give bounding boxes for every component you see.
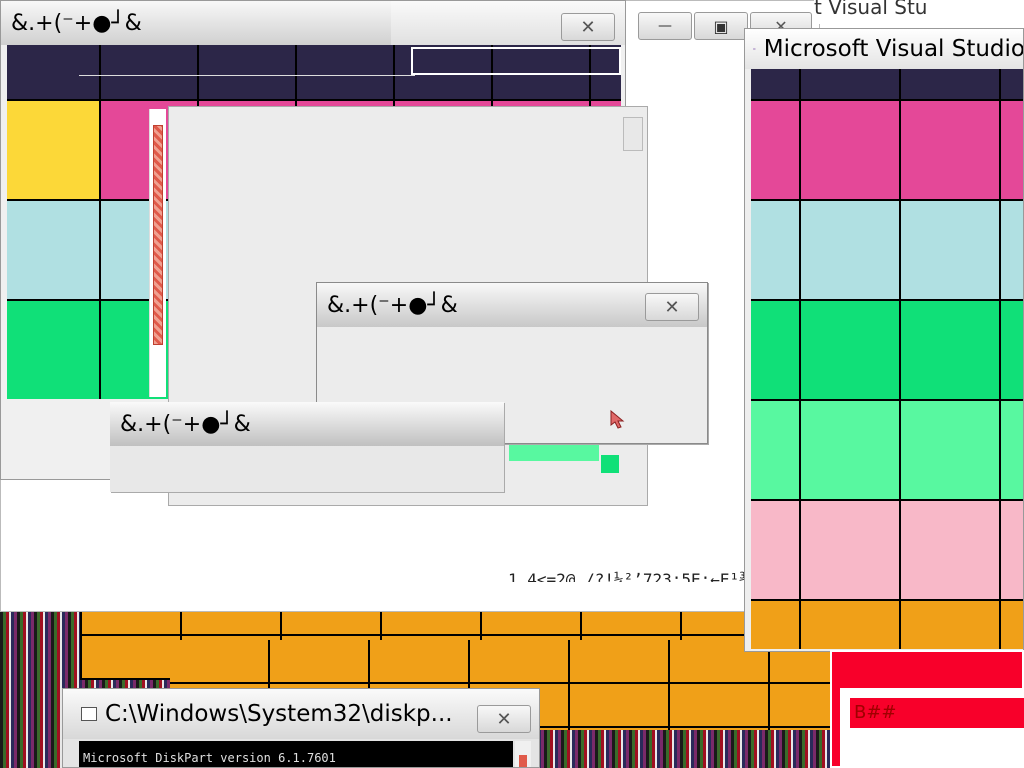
vs-titlebar[interactable]: Microsoft Visual Studio	[745, 29, 1024, 69]
vertical-scrollbar[interactable]	[149, 109, 166, 397]
window-title: &.+(⁻+●┘&	[11, 10, 142, 36]
diskpart-window: C:\Windows\System32\diskp... ✕ Microsoft…	[62, 688, 540, 768]
console-icon	[81, 707, 97, 721]
close-icon: ✕	[580, 16, 596, 38]
diskpart-title: C:\Windows\System32\diskp...	[105, 701, 453, 727]
visual-studio-window: Microsoft Visual Studio	[744, 28, 1024, 652]
vs-window-title: Microsoft Visual Studio	[763, 36, 1024, 62]
dialog-title: &.+(⁻+●┘&	[120, 411, 251, 437]
red-window-text: B##	[854, 702, 897, 723]
maximize-icon: ▣	[713, 16, 729, 36]
dialog-2-titlebar[interactable]: &.+(⁻+●┘&	[110, 402, 504, 446]
vs-color-grid	[751, 69, 1023, 649]
red-window: B##	[830, 650, 1024, 768]
ghost-title: t Visual Stu	[814, 0, 1024, 24]
main-window-close-button[interactable]: ✕	[561, 13, 615, 41]
visual-studio-icon	[753, 48, 756, 50]
diskpart-titlebar[interactable]: C:\Windows\System32\diskp...	[63, 689, 539, 739]
scrollbar-thumb[interactable]	[153, 125, 163, 345]
diskpart-close-button[interactable]: ✕	[477, 705, 531, 733]
background-window-minimize-button[interactable]: —	[638, 12, 692, 40]
close-icon: ✕	[664, 296, 680, 318]
dialog-1-close-button[interactable]: ✕	[645, 293, 699, 321]
minimize-icon: —	[658, 18, 672, 34]
dialog-title: &.+(⁻+●┘&	[327, 292, 458, 318]
main-window-titlebar[interactable]: &.+(⁻+●┘&	[1, 1, 391, 45]
mouse-cursor-icon	[610, 409, 625, 429]
close-icon: ✕	[496, 708, 512, 730]
console-scrollbar[interactable]	[515, 741, 531, 767]
console-output: Microsoft DiskPart version 6.1.7601	[79, 741, 513, 767]
background-window-maximize-button[interactable]: ▣	[694, 12, 748, 40]
dialog-window-2: &.+(⁻+●┘&	[110, 402, 504, 492]
